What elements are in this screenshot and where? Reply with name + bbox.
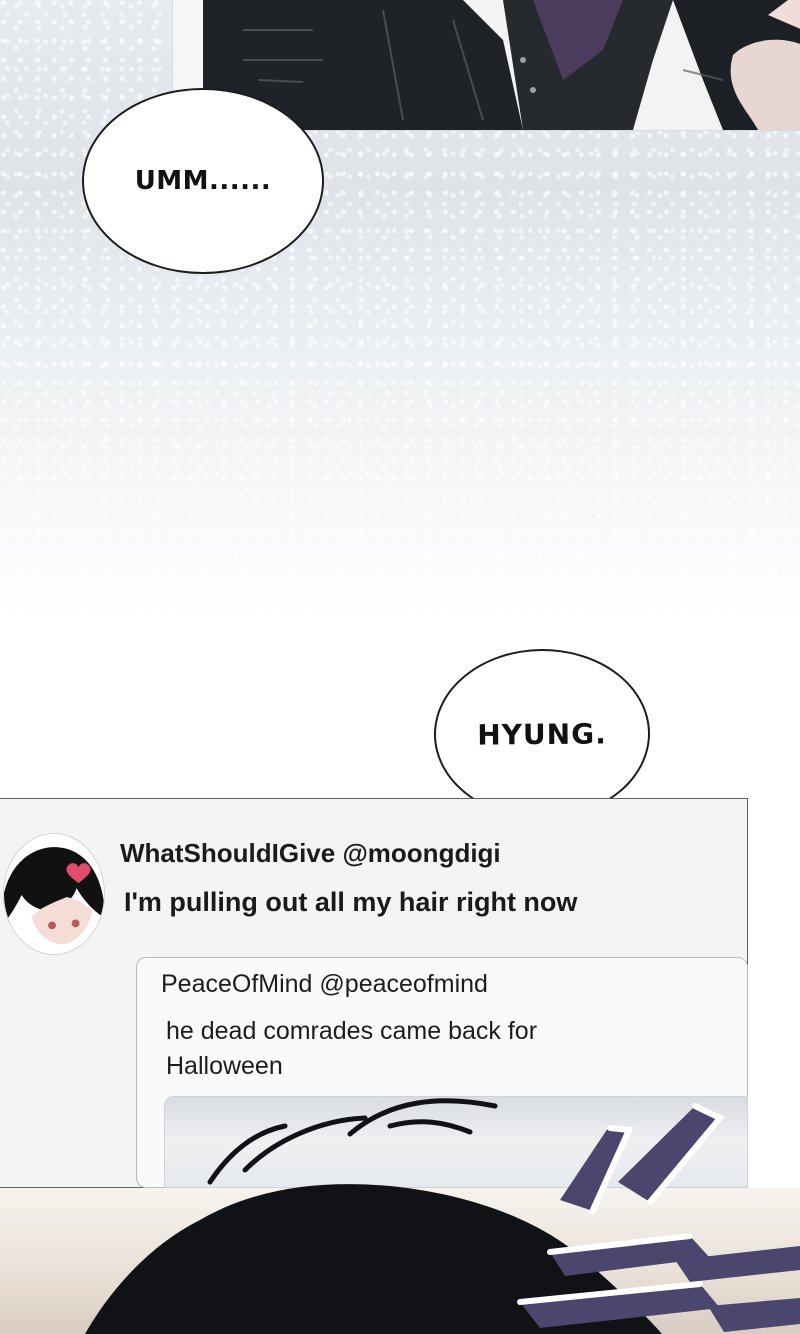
avatar-art [4, 834, 104, 954]
speech-bubble-umm: UMM...... [82, 88, 324, 274]
post-author-handle: WhatShouldIGive @moongdigi [120, 838, 501, 868]
bottom-scene-art [85, 1098, 800, 1334]
speech-bubble-hyung-text: HYUNG. [477, 716, 607, 752]
speech-bubble-umm-text: UMM...... [134, 166, 272, 196]
user-avatar [3, 833, 105, 955]
webtoon-scene: UMM...... HYUNG. WhatShouldIGive @moongd… [0, 0, 800, 1334]
post-text: I'm pulling out all my hair right now [124, 887, 578, 917]
speech-bubble-hyung: HYUNG. [433, 648, 651, 820]
top-panel-art [203, 0, 800, 130]
quoted-post-author-handle: PeaceOfMind @peaceofmind [161, 970, 488, 998]
